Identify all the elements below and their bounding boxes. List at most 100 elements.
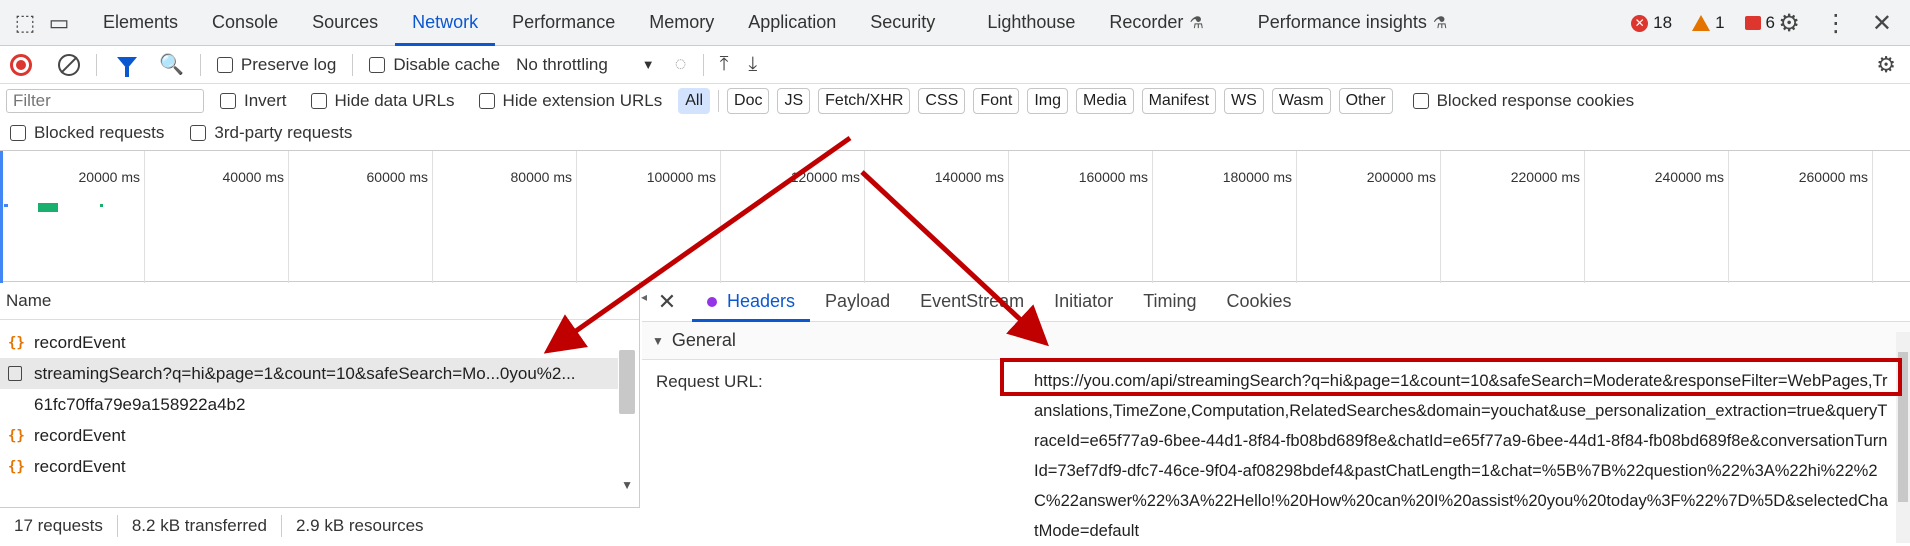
- filter-chip-font[interactable]: Font: [973, 88, 1020, 114]
- tab-lighthouse[interactable]: Lighthouse: [970, 0, 1092, 46]
- checkbox-box[interactable]: [369, 56, 386, 73]
- network-conditions-icon[interactable]: ◌: [675, 53, 687, 76]
- filter-chip-manifest[interactable]: Manifest: [1141, 88, 1217, 114]
- timeline-tick: 160000 ms: [1008, 151, 1152, 283]
- scroll-down-arrow-icon[interactable]: ▼: [621, 478, 633, 492]
- filter-chip-css[interactable]: CSS: [918, 88, 966, 114]
- network-overview-timeline[interactable]: 20000 ms 40000 ms 60000 ms 80000 ms 1000…: [0, 150, 1910, 283]
- error-count: 18: [1653, 13, 1673, 32]
- blocked-response-cookies-checkbox[interactable]: Blocked response cookies: [1412, 91, 1634, 111]
- warning-count: 1: [1715, 13, 1725, 32]
- issues-icon: [1744, 16, 1761, 30]
- tab-performance-insights[interactable]: Performance insights ⚗: [1241, 0, 1464, 46]
- tab-initiator[interactable]: Initiator: [1039, 282, 1128, 322]
- name-column-header[interactable]: Name: [0, 282, 639, 320]
- issue-counters[interactable]: ✕ 18 1 6: [1631, 0, 1775, 46]
- tab-headers[interactable]: Headers: [692, 282, 811, 322]
- throttling-select[interactable]: No throttling ▼: [516, 55, 655, 75]
- request-bar: [38, 203, 58, 212]
- tab-security[interactable]: Security: [853, 0, 952, 46]
- hide-extension-urls-checkbox[interactable]: Hide extension URLs: [478, 91, 662, 111]
- tab-cookies[interactable]: Cookies: [1212, 282, 1307, 322]
- resources-size: 2.9 kB resources: [295, 515, 424, 535]
- timeline-selection-handle[interactable]: [0, 151, 3, 283]
- tab-timing[interactable]: Timing: [1128, 282, 1211, 322]
- tab-eventstream[interactable]: EventStream: [905, 282, 1039, 322]
- checkbox-box[interactable]: [190, 125, 207, 141]
- timeline-tick-label: 240000 ms: [1654, 169, 1724, 185]
- clear-log-icon[interactable]: [58, 53, 80, 76]
- checkbox-box[interactable]: [1412, 93, 1429, 109]
- request-row[interactable]: {} recordEvent: [0, 451, 618, 482]
- request-list-scrollbar[interactable]: [619, 350, 635, 414]
- xhr-icon: {}: [8, 334, 25, 351]
- inspect-element-icon[interactable]: ⬚: [8, 6, 42, 40]
- blocked-requests-label: Blocked requests: [34, 123, 165, 142]
- timeline-tick-label: 100000 ms: [646, 169, 716, 185]
- tab-console[interactable]: Console: [195, 0, 295, 46]
- request-row[interactable]: {} recordEvent: [0, 327, 618, 358]
- expand-triangle-icon: ▼: [652, 333, 664, 348]
- network-settings-gear-icon[interactable]: ⚙: [1876, 52, 1896, 78]
- filter-bar: Invert Hide data URLs Hide extension URL…: [0, 84, 1910, 118]
- network-toolbar: 🔍 Preserve log Disable cache No throttli…: [0, 46, 1910, 84]
- stop-recording-icon[interactable]: [10, 53, 32, 76]
- general-section-title: General: [671, 330, 736, 350]
- tab-memory[interactable]: Memory: [632, 0, 731, 46]
- tab-payload[interactable]: Payload: [810, 282, 905, 322]
- tab-recorder[interactable]: Recorder ⚗: [1092, 0, 1220, 46]
- filter-chip-fetch-xhr[interactable]: Fetch/XHR: [818, 88, 911, 114]
- checkbox-box[interactable]: [310, 93, 327, 109]
- checkbox-box[interactable]: [10, 125, 26, 141]
- import-har-icon[interactable]: ⤒: [720, 53, 729, 76]
- hide-data-urls-checkbox[interactable]: Hide data URLs: [310, 91, 455, 111]
- device-toolbar-icon[interactable]: ▭: [42, 6, 76, 40]
- search-icon[interactable]: 🔍: [159, 52, 184, 77]
- request-row-selected[interactable]: streamingSearch?q=hi&page=1&count=10&saf…: [0, 358, 618, 389]
- more-options-icon[interactable]: ⋮: [1824, 9, 1848, 38]
- request-name: 61fc70ffa79e9a158922a4b2: [34, 394, 246, 414]
- export-har-icon[interactable]: ⤓: [748, 53, 757, 76]
- close-devtools-icon[interactable]: ✕: [1872, 9, 1892, 38]
- filter-icon[interactable]: [117, 56, 137, 77]
- tab-performance[interactable]: Performance: [495, 0, 632, 46]
- timeline-tick: 220000 ms: [1440, 151, 1584, 283]
- request-row[interactable]: 61fc70ffa79e9a158922a4b2: [0, 389, 618, 420]
- timeline-tick-label: 200000 ms: [1366, 169, 1436, 185]
- blocked-requests-checkbox[interactable]: Blocked requests: [10, 123, 164, 143]
- filter-chip-img[interactable]: Img: [1027, 88, 1068, 114]
- preserve-log-checkbox[interactable]: Preserve log: [216, 55, 336, 75]
- filter-chip-all[interactable]: All: [678, 88, 711, 114]
- filter-chip-media[interactable]: Media: [1076, 88, 1134, 114]
- devtools-tab-bar: ⬚ ▭ Elements Console Sources Network Per…: [0, 0, 1910, 46]
- tab-network[interactable]: Network: [395, 0, 496, 46]
- invert-checkbox[interactable]: Invert: [220, 91, 287, 111]
- request-name: recordEvent: [34, 456, 126, 476]
- tab-elements[interactable]: Elements: [86, 0, 195, 46]
- checkbox-box[interactable]: [478, 93, 495, 109]
- filter-chip-wasm[interactable]: Wasm: [1271, 88, 1331, 114]
- third-party-requests-checkbox[interactable]: 3rd-party requests: [190, 123, 352, 143]
- checkbox-box[interactable]: [220, 93, 236, 109]
- request-row[interactable]: {} recordEvent: [0, 420, 618, 451]
- filter-chip-js[interactable]: JS: [777, 88, 811, 114]
- checkbox-box[interactable]: [216, 56, 233, 73]
- timeline-tick: 200000 ms: [1296, 151, 1440, 283]
- filter-chip-ws[interactable]: WS: [1224, 88, 1264, 114]
- filter-chip-doc[interactable]: Doc: [727, 88, 770, 114]
- tab-sources[interactable]: Sources: [295, 0, 395, 46]
- tab-application[interactable]: Application: [731, 0, 853, 46]
- timeline-tick-label: 60000 ms: [366, 169, 428, 185]
- timeline-tick: 180000 ms: [1152, 151, 1296, 283]
- disable-cache-checkbox[interactable]: Disable cache: [369, 55, 500, 75]
- general-section-header[interactable]: ▼ General: [642, 322, 1910, 360]
- close-detail-icon[interactable]: ✕: [642, 289, 692, 315]
- filter-chip-other[interactable]: Other: [1338, 88, 1393, 114]
- warning-icon: [1692, 15, 1711, 31]
- divider: [116, 514, 118, 537]
- settings-gear-icon[interactable]: ⚙: [1778, 9, 1800, 38]
- detail-tabs: ✕ Headers Payload EventStream Initiator …: [642, 282, 1910, 322]
- filter-input[interactable]: [6, 89, 204, 113]
- request-bar: [4, 204, 8, 207]
- disable-cache-label: Disable cache: [393, 54, 501, 74]
